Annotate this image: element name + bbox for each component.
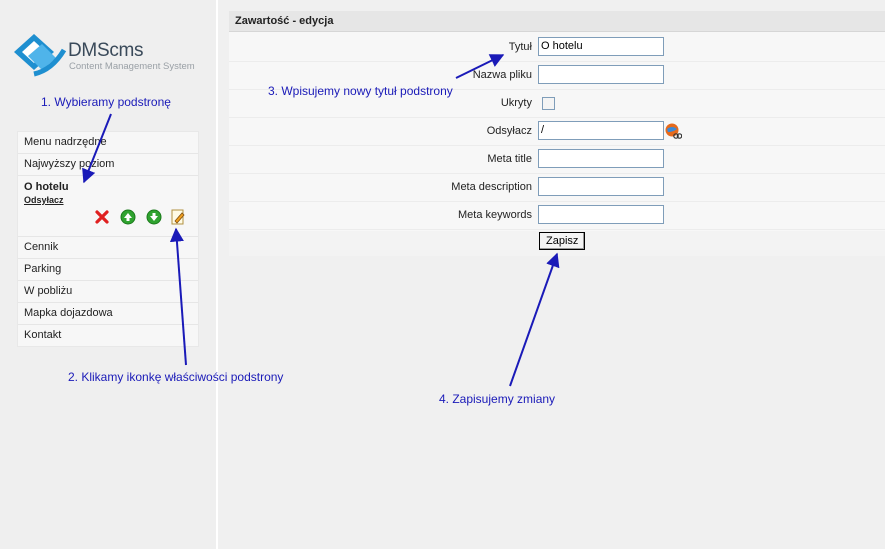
logo-name: DMScms <box>68 40 144 61</box>
annotation-step-4: 4. Zapisujemy zmiany <box>439 392 556 406</box>
title-input[interactable] <box>538 37 664 56</box>
filename-label: Nazwa pliku <box>472 69 532 81</box>
menu-item-selected[interactable]: O hotelu Odsyłacz <box>18 176 198 237</box>
filename-input[interactable] <box>538 65 664 84</box>
logo-subtitle: Content Management System <box>69 61 195 72</box>
meta-description-row: Meta description <box>229 174 885 202</box>
page-menu: Menu nadrzędne Najwyższy poziom O hotelu… <box>17 131 199 347</box>
save-row: Zapisz <box>229 231 885 256</box>
arrow-step-4 <box>509 252 560 387</box>
link-row: Odsyłacz <box>229 118 885 146</box>
hidden-checkbox[interactable] <box>542 97 555 110</box>
move-up-icon[interactable] <box>120 209 136 225</box>
selected-page-link[interactable]: Odsyłacz <box>24 195 198 205</box>
menu-item-cennik[interactable]: Cennik <box>18 237 198 259</box>
meta-keywords-input[interactable] <box>538 205 664 224</box>
link-picker-icon[interactable] <box>664 122 682 140</box>
menu-item-w-poblizu[interactable]: W pobliżu <box>18 281 198 303</box>
annotation-step-2: 2. Klikamy ikonkę właściwości podstrony <box>68 370 284 384</box>
sidebar: DMScms Content Management System Menu na… <box>0 0 218 549</box>
menu-item-parent[interactable]: Menu nadrzędne <box>18 132 198 154</box>
meta-description-input[interactable] <box>538 177 664 196</box>
menu-item-kontakt[interactable]: Kontakt <box>18 325 198 346</box>
selected-page-title[interactable]: O hotelu <box>24 181 198 193</box>
panel-title: Zawartość - edycja <box>229 11 885 32</box>
meta-description-label: Meta description <box>451 181 532 193</box>
meta-title-input[interactable] <box>538 149 664 168</box>
link-label: Odsyłacz <box>486 125 532 137</box>
edit-panel: Zawartość - edycja Tytuł Nazwa pliku Ukr… <box>229 11 885 256</box>
hidden-label: Ukryty <box>500 97 532 109</box>
menu-item-top-level[interactable]: Najwyższy poziom <box>18 154 198 176</box>
annotation-step-1: 1. Wybieramy podstronę <box>41 95 171 109</box>
menu-item-parking[interactable]: Parking <box>18 259 198 281</box>
delete-icon[interactable] <box>94 209 110 225</box>
title-label: Tytuł <box>508 41 532 53</box>
meta-title-row: Meta title <box>229 146 885 174</box>
menu-item-mapka[interactable]: Mapka dojazdowa <box>18 303 198 325</box>
link-input[interactable] <box>538 121 664 140</box>
edit-properties-icon[interactable] <box>170 209 186 225</box>
meta-keywords-row: Meta keywords <box>229 202 885 230</box>
meta-title-label: Meta title <box>487 153 532 165</box>
move-down-icon[interactable] <box>146 209 162 225</box>
meta-keywords-label: Meta keywords <box>458 209 532 221</box>
save-button[interactable]: Zapisz <box>539 232 586 250</box>
title-row: Tytuł <box>229 34 885 62</box>
annotation-step-3: 3. Wpisujemy nowy tytuł podstrony <box>268 84 453 98</box>
